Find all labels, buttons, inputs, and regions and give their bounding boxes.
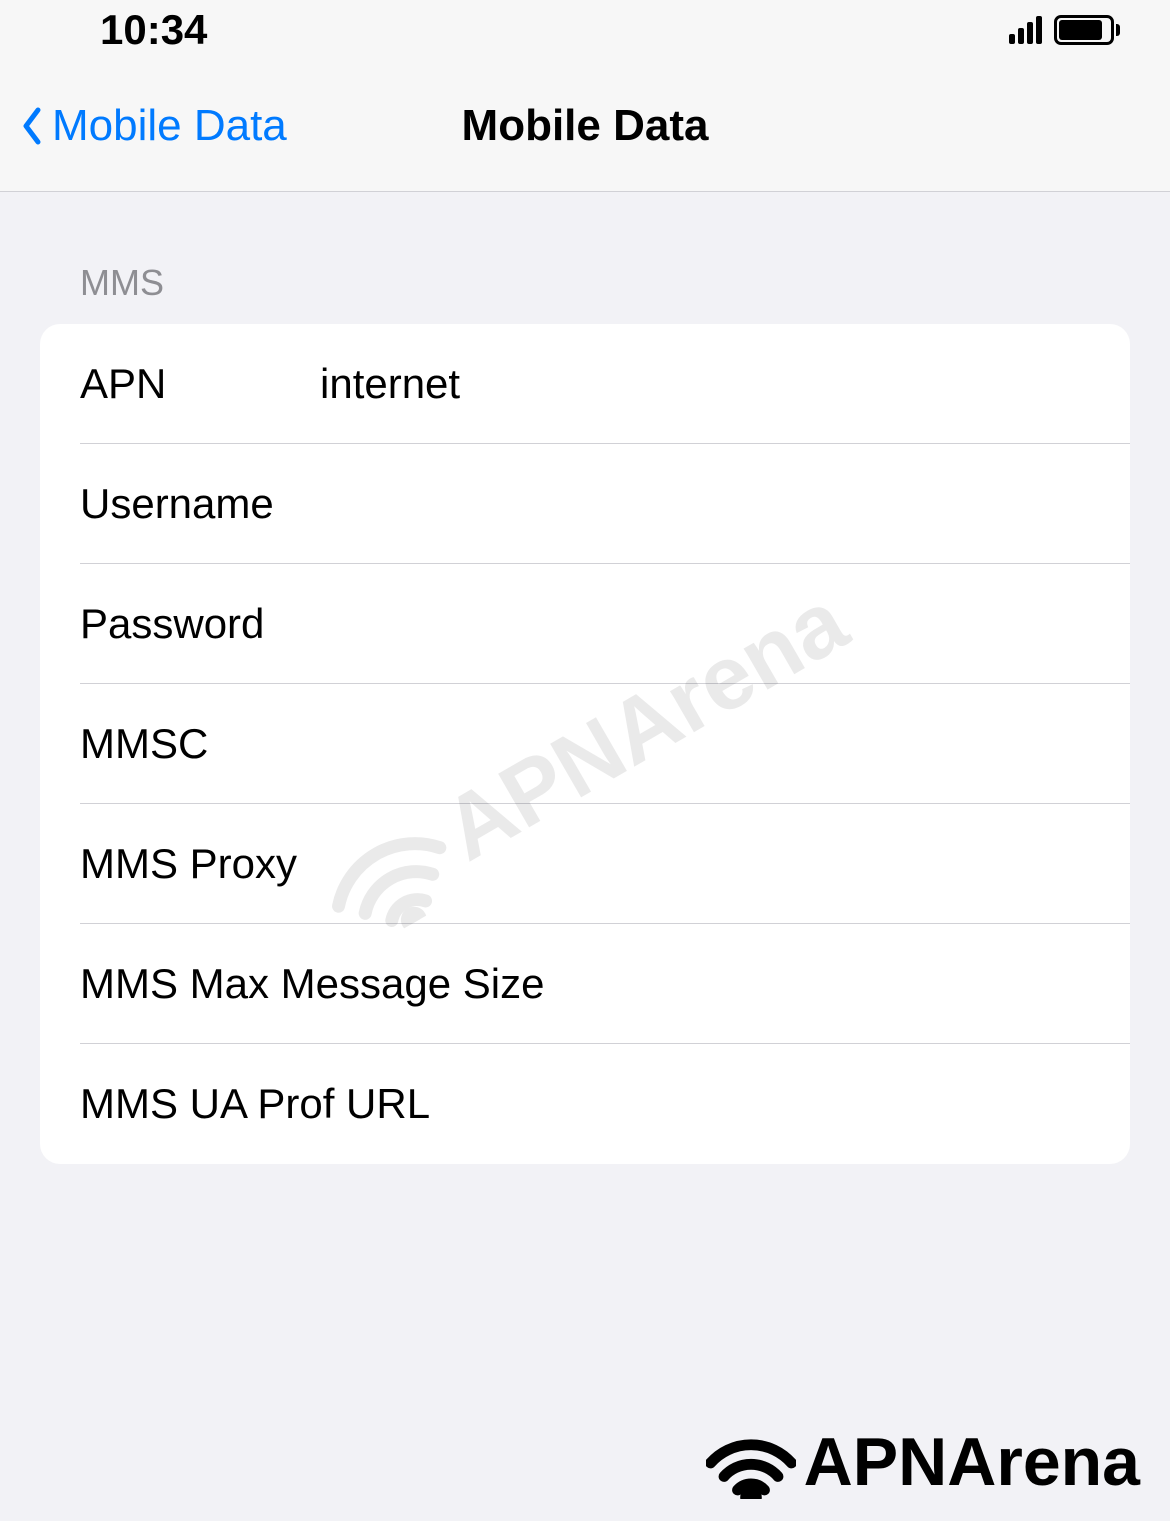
page-title: Mobile Data xyxy=(462,101,709,151)
row-username[interactable]: Username xyxy=(40,444,1130,564)
navigation-bar: Mobile Data Mobile Data xyxy=(0,60,1170,192)
row-label-mms-max-size: MMS Max Message Size xyxy=(80,960,544,1008)
input-mms-proxy[interactable] xyxy=(297,840,1090,888)
row-mmsc[interactable]: MMSC xyxy=(40,684,1130,804)
row-label-mms-ua-prof-url: MMS UA Prof URL xyxy=(80,1080,430,1128)
status-bar: 10:34 xyxy=(0,0,1170,60)
content: MMS APN Username Password MMSC MMS Proxy… xyxy=(0,192,1170,1164)
input-mmsc[interactable] xyxy=(320,720,1090,768)
row-label-apn: APN xyxy=(80,360,320,408)
row-label-mms-proxy: MMS Proxy xyxy=(80,840,297,888)
input-username[interactable] xyxy=(320,480,1090,528)
section-header-mms: MMS xyxy=(0,262,1170,324)
row-apn[interactable]: APN xyxy=(40,324,1130,444)
branding: APNArena xyxy=(706,1423,1140,1501)
status-icons xyxy=(1009,15,1120,45)
battery-icon xyxy=(1054,15,1120,45)
row-mms-max-size[interactable]: MMS Max Message Size xyxy=(40,924,1130,1044)
back-label: Mobile Data xyxy=(52,101,287,151)
input-mms-ua-prof-url[interactable] xyxy=(430,1080,1090,1128)
row-label-mmsc: MMSC xyxy=(80,720,320,768)
input-apn[interactable] xyxy=(320,360,1090,408)
row-mms-proxy[interactable]: MMS Proxy xyxy=(40,804,1130,924)
row-mms-ua-prof-url[interactable]: MMS UA Prof URL xyxy=(40,1044,1130,1164)
row-label-username: Username xyxy=(80,480,320,528)
input-password[interactable] xyxy=(320,600,1090,648)
status-time: 10:34 xyxy=(100,6,207,54)
back-button[interactable]: Mobile Data xyxy=(20,101,287,151)
cellular-signal-icon xyxy=(1009,16,1042,44)
branding-text: APNArena xyxy=(804,1423,1140,1501)
row-password[interactable]: Password xyxy=(40,564,1130,684)
input-mms-max-size[interactable] xyxy=(544,960,1090,1008)
settings-group-mms: APN Username Password MMSC MMS Proxy MMS… xyxy=(40,324,1130,1164)
row-label-password: Password xyxy=(80,600,320,648)
chevron-left-icon xyxy=(20,104,44,148)
wifi-icon xyxy=(706,1427,796,1497)
